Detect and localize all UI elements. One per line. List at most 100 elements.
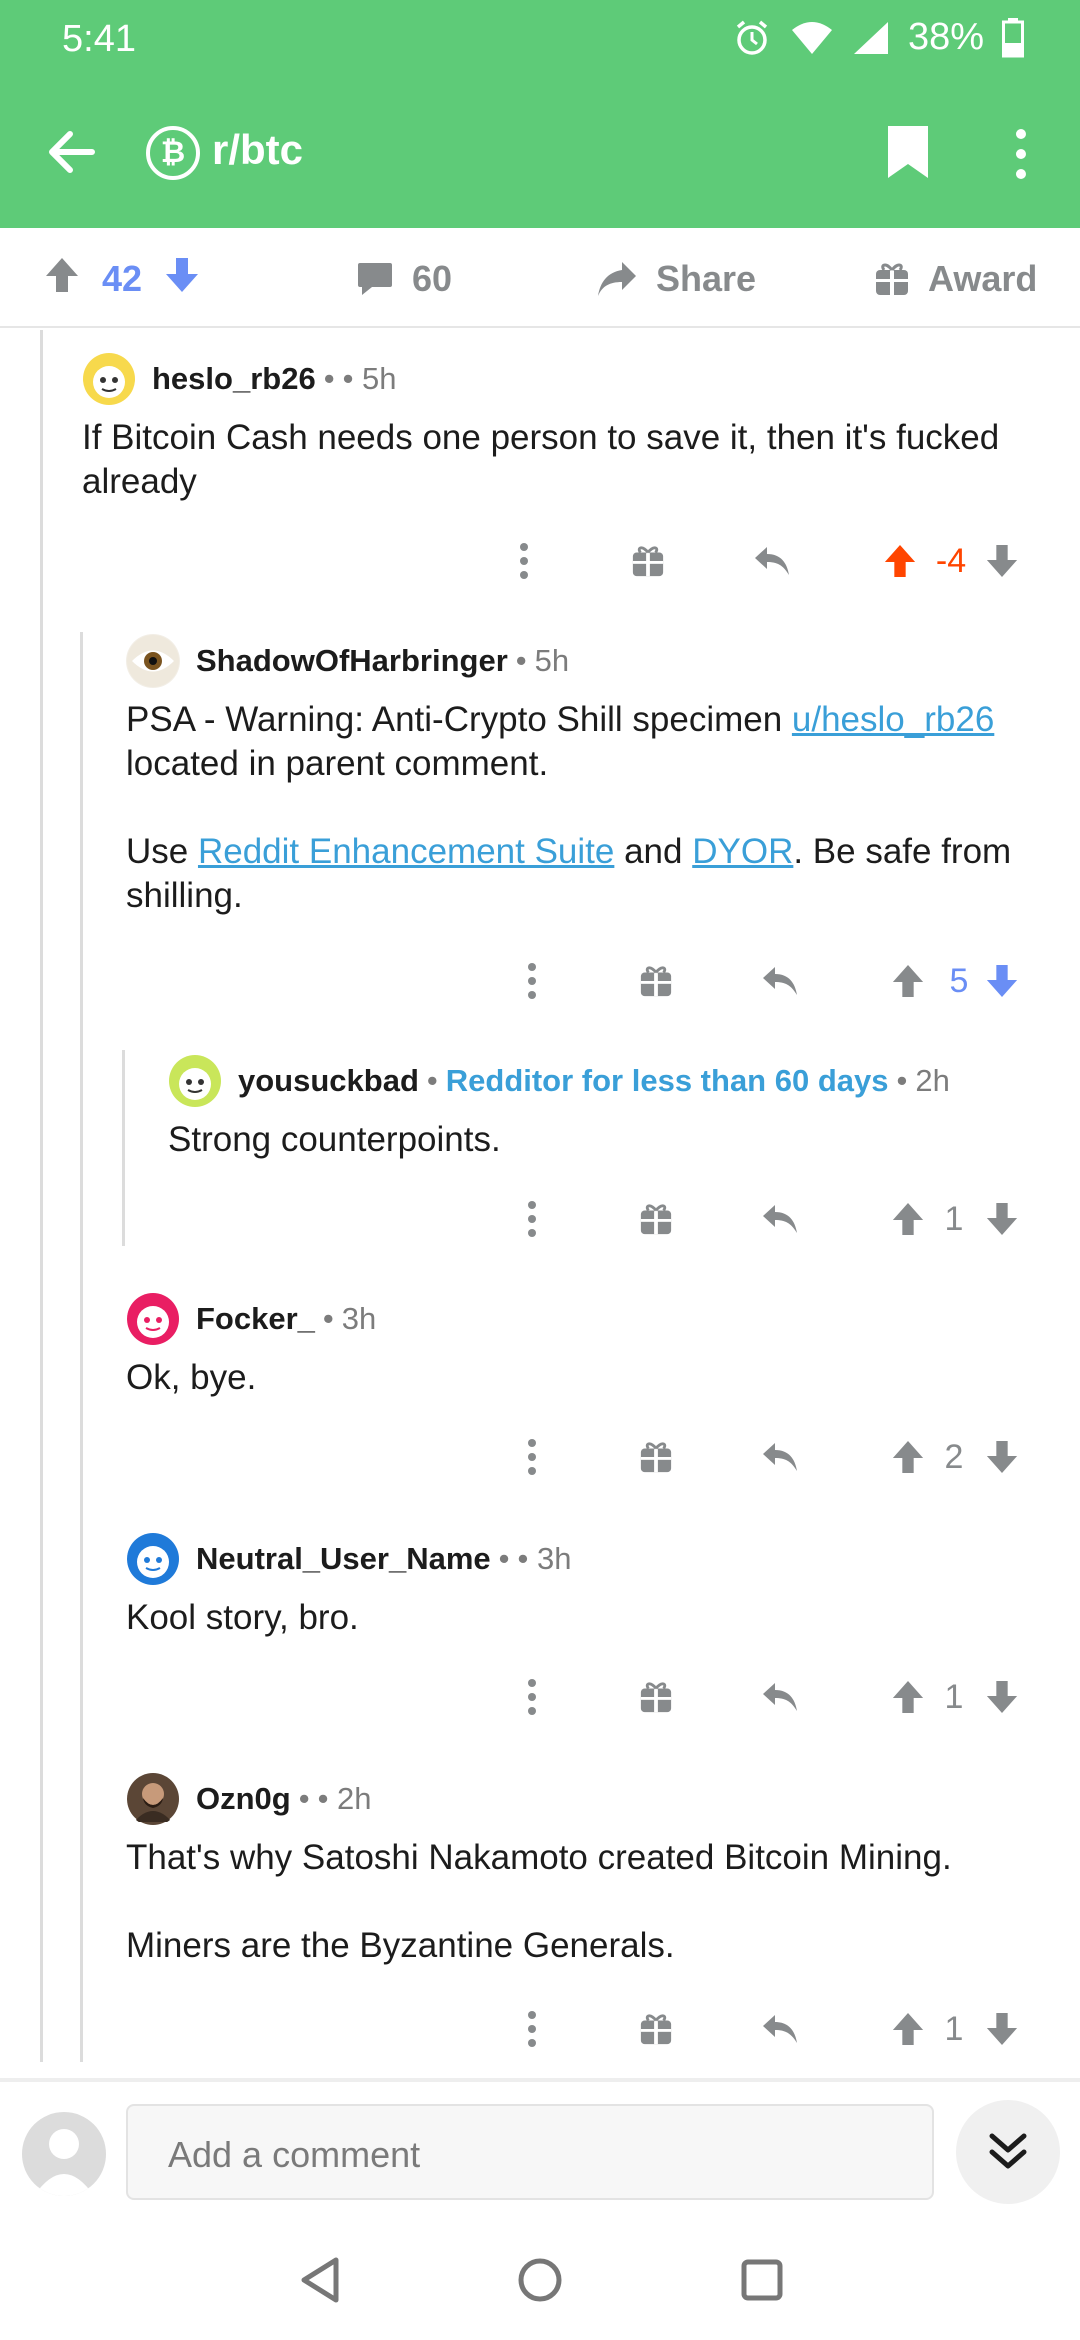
post-downvote-button[interactable]	[164, 256, 200, 303]
post-upvote-button[interactable]	[44, 256, 80, 303]
post-comment-count: 60	[412, 258, 453, 299]
comment-award-button[interactable]	[628, 536, 668, 586]
post-score: 42	[102, 258, 143, 299]
reply-arrow-icon	[763, 1683, 797, 1711]
comment-author[interactable]: Neutral_User_Name	[196, 1541, 491, 1577]
avatar[interactable]	[168, 1054, 222, 1108]
comment-score: 1	[944, 1677, 964, 1716]
comment-upvote-button[interactable]	[888, 1194, 928, 1244]
comment-body: PSA - Warning: Anti-Crypto Shill specime…	[126, 698, 1056, 918]
back-button[interactable]	[44, 124, 100, 180]
comment-body: Kool story, bro.	[126, 1596, 1056, 1640]
alarm-icon	[732, 18, 772, 58]
post-action-bar: 42 60 Share Award	[0, 228, 1080, 328]
nav-back-button[interactable]	[290, 2250, 350, 2310]
more-options-button[interactable]	[1006, 124, 1036, 184]
comment-reply-button[interactable]	[758, 1672, 802, 1722]
avatar[interactable]	[82, 352, 136, 406]
gift-icon	[640, 1682, 672, 1713]
post-share-button[interactable]: Share	[596, 256, 756, 302]
avatar[interactable]	[126, 634, 180, 688]
app-bar: 5:41 38% ₿ r/btc	[0, 0, 1080, 228]
comment-text: Strong counterpoints.	[168, 1120, 501, 1159]
comment-upvote-button[interactable]	[888, 1672, 928, 1722]
comment-text: located in parent comment.	[126, 744, 549, 783]
comment-more-button[interactable]	[522, 1194, 542, 1244]
double-chevron-down-icon	[989, 2133, 1027, 2169]
avatar[interactable]	[126, 1292, 180, 1346]
comment: Focker_ • 3h Ok, bye.	[126, 1292, 1056, 1400]
comment-more-button[interactable]	[522, 1672, 542, 1722]
comment-body: If Bitcoin Cash needs one person to save…	[82, 416, 1052, 504]
comment-award-button[interactable]	[636, 1672, 676, 1722]
comment-reply-button[interactable]	[758, 956, 802, 1006]
comment-more-button[interactable]	[522, 1432, 542, 1482]
downvote-arrow-icon	[986, 1202, 1018, 1236]
comment-more-button[interactable]	[522, 2004, 542, 2054]
thread-line-depth-3[interactable]	[122, 1050, 125, 1246]
bitcoin-icon[interactable]: ₿	[146, 126, 200, 180]
subreddit-name[interactable]: r/btc	[212, 126, 303, 174]
comment-author[interactable]: Focker_	[196, 1301, 315, 1337]
post-comments-button[interactable]: 60	[356, 256, 452, 302]
triangle-back-icon	[301, 2257, 339, 2303]
comment-award-button[interactable]	[636, 1432, 676, 1482]
comment-text: Ok, bye.	[126, 1358, 257, 1397]
comment-upvote-button[interactable]	[888, 2004, 928, 2054]
nav-recents-button[interactable]	[732, 2250, 792, 2310]
comment-downvote-button[interactable]	[982, 536, 1022, 586]
post-vote-group: 42	[44, 256, 200, 302]
comment-downvote-button[interactable]	[982, 956, 1022, 1006]
comment-award-button[interactable]	[636, 2004, 676, 2054]
comment-header: yousuckbad • Redditor for less than 60 d…	[168, 1054, 1058, 1108]
comment-more-button[interactable]	[514, 536, 534, 586]
comment-author[interactable]: ShadowOfHarbringer	[196, 643, 508, 679]
nav-home-button[interactable]	[510, 2250, 570, 2310]
comment-reply-button[interactable]	[758, 2004, 802, 2054]
comment-time: • 3h	[517, 1541, 572, 1576]
bookmark-button[interactable]	[884, 122, 932, 182]
comment-downvote-button[interactable]	[982, 1672, 1022, 1722]
comment-text: PSA - Warning: Anti-Crypto Shill specime…	[126, 700, 792, 739]
reply-arrow-icon	[755, 547, 789, 575]
comment-text: Kool story, bro.	[126, 1598, 359, 1637]
comment-actions: 2	[498, 1432, 1058, 1482]
avatar[interactable]	[126, 1772, 180, 1826]
comment-header: Neutral_User_Name • • 3h	[126, 1532, 1056, 1586]
comment-reply-button[interactable]	[750, 536, 794, 586]
upvote-arrow-icon	[892, 1440, 924, 1474]
res-link[interactable]: Reddit Enhancement Suite	[198, 832, 614, 871]
comment-downvote-button[interactable]	[982, 1432, 1022, 1482]
comment-award-button[interactable]	[636, 1194, 676, 1244]
downvote-arrow-icon	[986, 1680, 1018, 1714]
comment-reply-button[interactable]	[758, 1432, 802, 1482]
comment-award-button[interactable]	[636, 956, 676, 1006]
post-award-button[interactable]: Award	[874, 256, 1037, 302]
add-comment-input[interactable]: Add a comment	[126, 2104, 934, 2200]
comment-author[interactable]: Ozn0g	[196, 1781, 291, 1817]
thread-line-depth-2[interactable]	[80, 632, 83, 2062]
comment-more-button[interactable]	[522, 956, 542, 1006]
comment-reply-button[interactable]	[758, 1194, 802, 1244]
reply-arrow-icon	[763, 1443, 797, 1471]
comment-author[interactable]: yousuckbad	[238, 1063, 419, 1099]
upvote-arrow-icon	[884, 544, 916, 578]
bookmark-icon	[888, 126, 928, 178]
comment-upvote-button[interactable]	[888, 956, 928, 1006]
toolbar: ₿ r/btc	[0, 100, 1080, 204]
expand-comments-button[interactable]	[956, 2100, 1060, 2204]
thread-line-depth-1[interactable]	[40, 330, 43, 2062]
comment-downvote-button[interactable]	[982, 2004, 1022, 2054]
battery-percent: 38%	[907, 16, 984, 58]
comment-author[interactable]: heslo_rb26	[152, 361, 316, 397]
comment-downvote-button[interactable]	[982, 1194, 1022, 1244]
comment-upvote-button[interactable]	[880, 536, 920, 586]
comment-score: 1	[944, 1199, 964, 1238]
dyor-link[interactable]: DYOR	[692, 832, 793, 871]
comment-upvote-button[interactable]	[888, 1432, 928, 1482]
user-avatar[interactable]	[22, 2112, 106, 2196]
user-link[interactable]: u/heslo_rb26	[792, 700, 994, 739]
gift-icon	[640, 2014, 672, 2045]
upvote-arrow-icon	[892, 1680, 924, 1714]
avatar[interactable]	[126, 1532, 180, 1586]
